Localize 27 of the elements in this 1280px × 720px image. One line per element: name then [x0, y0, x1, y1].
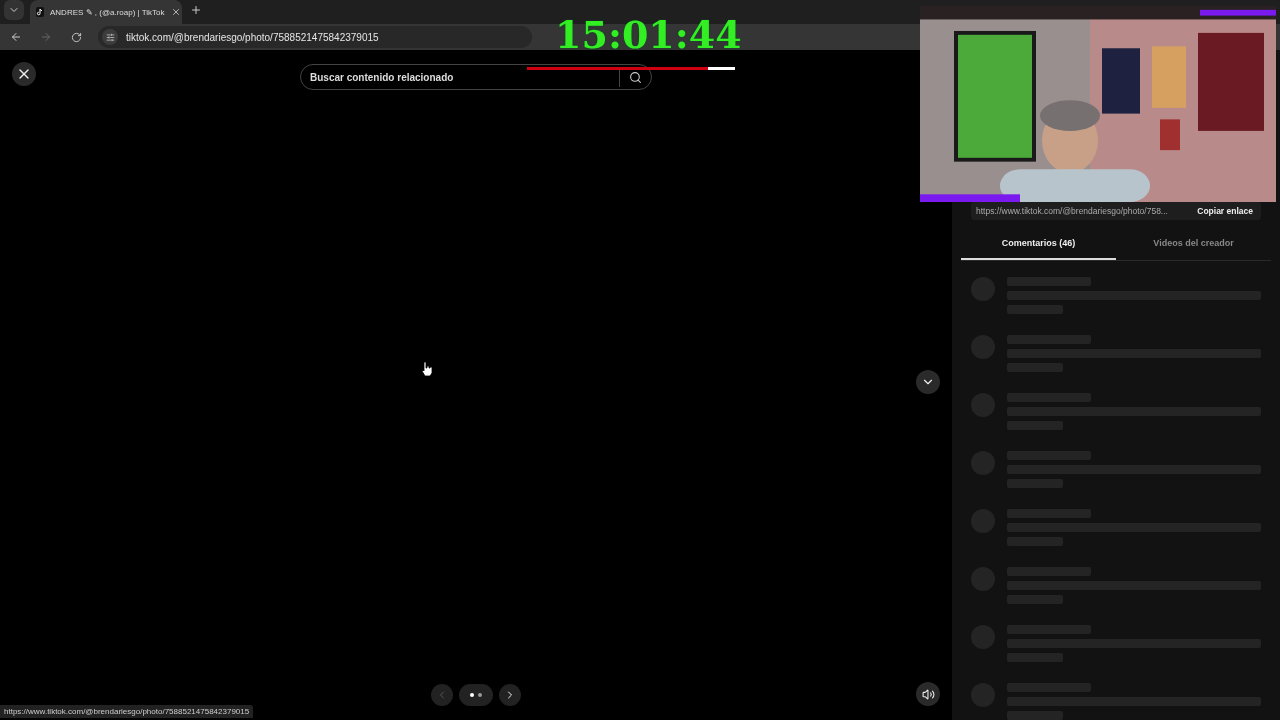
hand-cursor-icon — [421, 361, 433, 377]
volume-button[interactable] — [916, 682, 940, 706]
close-button[interactable] — [12, 62, 36, 86]
arrow-right-icon — [40, 31, 52, 44]
site-settings-icon[interactable] — [102, 29, 118, 46]
reload-icon — [70, 31, 82, 43]
copy-link-button[interactable]: Copiar enlace — [1189, 206, 1261, 216]
tiktok-logo-icon — [36, 7, 44, 18]
scroll-down-button[interactable] — [916, 370, 940, 394]
search-icon — [629, 70, 642, 84]
arrow-left-icon — [10, 31, 22, 44]
panel-tab[interactable]: Comentarios (46) — [961, 228, 1116, 260]
tab-list-button[interactable] — [4, 0, 24, 21]
page-dot[interactable] — [470, 693, 474, 697]
search-input[interactable]: Buscar contenido relacionado — [301, 70, 619, 84]
panel-tab[interactable]: Videos del creador — [1116, 228, 1271, 260]
plus-icon — [190, 4, 202, 17]
status-url: https://www.tiktok.com/@brendariesgo/photo/7588521475842379015 — [0, 705, 254, 718]
stream-timer: 15:01:44 — [555, 12, 742, 57]
tab-title: ANDRES ✎ , (@a.roap) | TikTok — [50, 7, 165, 17]
address-bar[interactable]: tiktok.com/@brendariesgo/photo/7588521475842379015 — [98, 26, 532, 49]
close-icon — [170, 7, 181, 18]
sliders-icon — [105, 32, 115, 42]
page-dot[interactable] — [478, 693, 482, 697]
next-button[interactable] — [499, 684, 521, 706]
speaker-icon — [921, 687, 935, 701]
browser-tab[interactable]: ANDRES ✎ , (@a.roap) | TikTok — [30, 0, 182, 25]
